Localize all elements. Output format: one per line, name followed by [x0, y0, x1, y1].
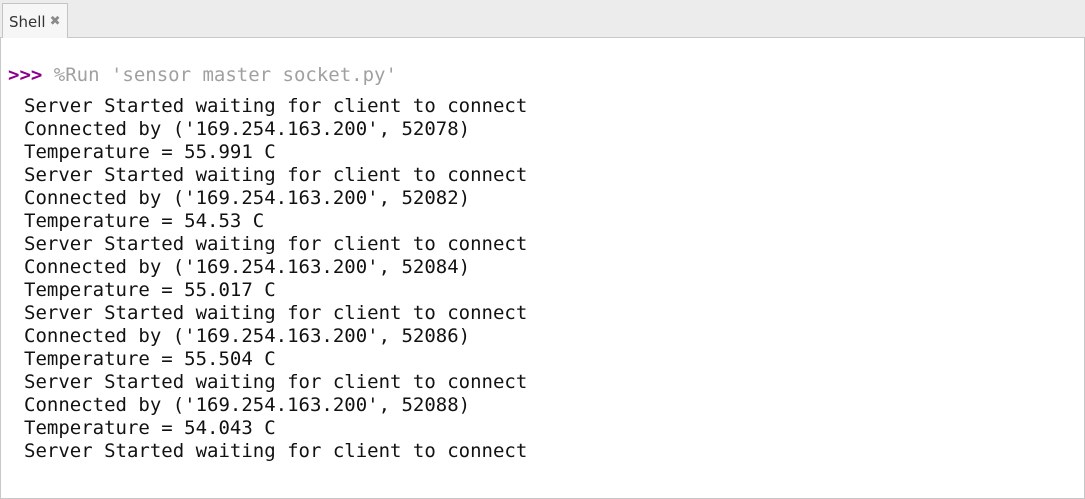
- output-line: Server Started waiting for client to con…: [24, 440, 528, 462]
- output-line: Temperature = 54.043 C: [24, 417, 276, 439]
- output-line: Server Started waiting for client to con…: [24, 164, 528, 186]
- output-line: Server Started waiting for client to con…: [24, 95, 528, 117]
- tab-shell[interactable]: Shell ✖: [2, 3, 68, 39]
- output-line: Connected by ('169.254.163.200', 52088): [24, 394, 471, 416]
- close-icon[interactable]: ✖: [50, 15, 61, 28]
- output-line: Temperature = 55.504 C: [24, 348, 276, 370]
- shell-window: Shell ✖ >>> %Run 'sensor master socket.p…: [0, 0, 1085, 499]
- output-line: Temperature = 55.991 C: [24, 141, 276, 163]
- output-line: Temperature = 55.017 C: [24, 279, 276, 301]
- shell-output: Server Started waiting for client to con…: [24, 95, 527, 463]
- output-line: Server Started waiting for client to con…: [24, 371, 528, 393]
- output-line: Temperature = 54.53 C: [24, 210, 265, 232]
- tab-bar: Shell ✖: [0, 0, 1085, 39]
- tab-shell-label: Shell: [9, 12, 46, 31]
- shell-console[interactable]: >>> %Run 'sensor master socket.py' Serve…: [0, 38, 1085, 499]
- output-line: Connected by ('169.254.163.200', 52082): [24, 187, 471, 209]
- output-line: Connected by ('169.254.163.200', 52086): [24, 325, 471, 347]
- prompt-line: >>> %Run 'sensor master socket.py': [8, 64, 397, 87]
- output-line: Connected by ('169.254.163.200', 52078): [24, 118, 471, 140]
- output-line: Server Started waiting for client to con…: [24, 302, 528, 324]
- output-line: Server Started waiting for client to con…: [24, 233, 528, 255]
- output-line: Connected by ('169.254.163.200', 52084): [24, 256, 471, 278]
- prompt-symbol: >>>: [8, 64, 54, 86]
- run-command: %Run 'sensor master socket.py': [53, 64, 397, 86]
